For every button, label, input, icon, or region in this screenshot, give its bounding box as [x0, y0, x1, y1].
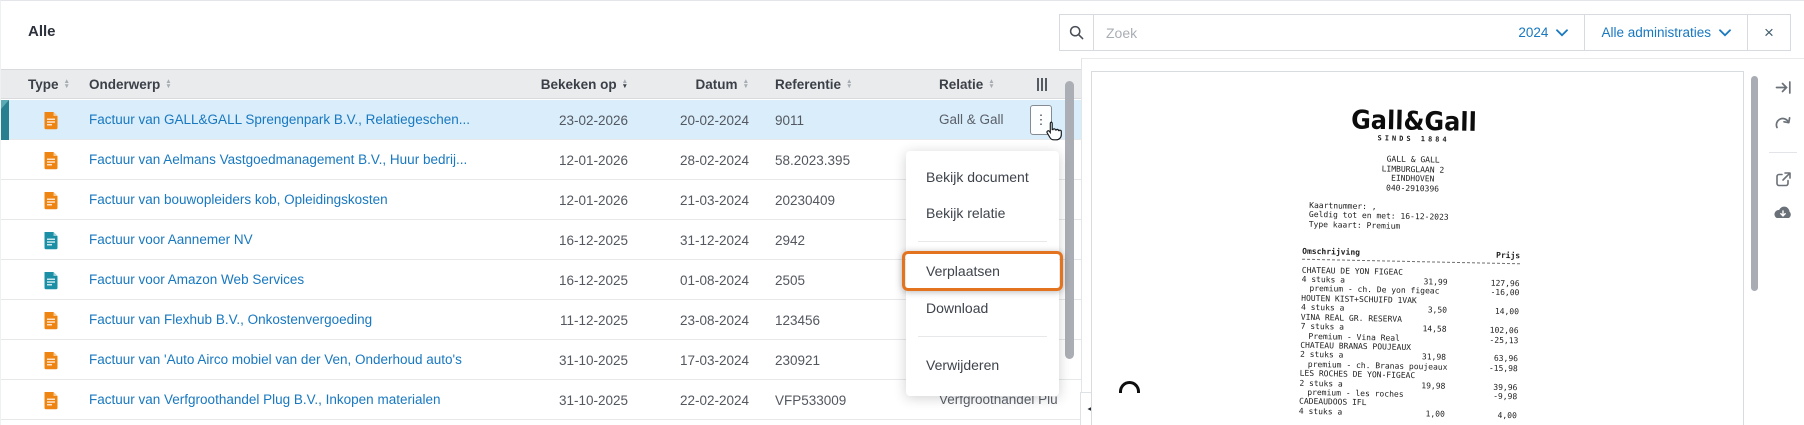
preview-scrollbar[interactable]	[1751, 76, 1758, 291]
datum-cell: 22-02-2024	[679, 392, 749, 408]
document-subject-link[interactable]: Factuur van 'Auto Airco mobiel van der V…	[89, 340, 527, 380]
column-header-onderwerp[interactable]: Onderwerp ▲ ▼	[89, 70, 172, 98]
toolbar-divider	[1769, 152, 1797, 153]
selected-row-indicator	[1, 100, 9, 140]
document-subject-link[interactable]: Factuur voor Aannemer NV	[89, 220, 527, 260]
purchase-invoice-icon	[43, 340, 59, 380]
receipt-logo: Gall&Gall	[1350, 104, 1478, 138]
datum-cell: 01-08-2024	[679, 272, 749, 288]
purchase-invoice-icon	[43, 100, 59, 140]
table-row[interactable]: Factuur van GALL&GALL Sprengenpark B.V.,…	[1, 100, 1081, 140]
open-external-icon[interactable]	[1771, 167, 1795, 191]
referentie-cell: 58.2023.395	[775, 152, 851, 168]
bekeken-op-cell: 12-01-2026	[558, 152, 628, 168]
search-bar: 2024 Alle administraties ×	[1059, 14, 1791, 51]
chevron-down-icon	[1719, 28, 1731, 36]
receipt-card-info: Kaartnummer: , Geldig tot en met: 16-12-2…	[1308, 200, 1449, 231]
purchase-invoice-icon	[43, 380, 59, 420]
search-input[interactable]	[1094, 15, 1503, 50]
column-settings-icon[interactable]	[1037, 78, 1047, 91]
preview-header-divider	[1082, 58, 1804, 59]
datum-cell: 23-08-2024	[679, 312, 749, 328]
sort-icon: ▲ ▼	[846, 78, 853, 90]
bekeken-op-cell: 16-12-2025	[558, 272, 628, 288]
referentie-cell: 9011	[775, 112, 805, 128]
referentie-cell: 123456	[775, 312, 821, 328]
referentie-cell: VFP533009	[775, 392, 847, 408]
page-title: Alle	[28, 23, 56, 40]
cloud-download-icon[interactable]	[1771, 201, 1795, 225]
documents-app: Alle Type ▲ ▼ Onderwerp ▲ ▼ Bekeken op ▲ ▼ …	[0, 0, 1804, 425]
column-header-datum[interactable]: Datum ▲ ▼	[649, 70, 749, 98]
document-subject-link[interactable]: Factuur van GALL&GALL Sprengenpark B.V.,…	[89, 100, 527, 140]
referentie-cell: 230921	[775, 352, 821, 368]
search-icon	[1060, 15, 1094, 50]
menu-item-bekijk-document[interactable]: Bekijk document	[906, 159, 1059, 195]
column-header-bekeken-op[interactable]: Bekeken op ▲ ▼	[460, 70, 628, 98]
referentie-cell: 2942	[775, 232, 806, 248]
redo-rotate-icon[interactable]	[1771, 112, 1795, 136]
column-header-type[interactable]: Type ▲ ▼	[28, 70, 70, 98]
row-actions-kebab-button[interactable]: ⋮	[1030, 105, 1052, 135]
table-header: Type ▲ ▼ Onderwerp ▲ ▼ Bekeken op ▲ ▼ Datum…	[1, 69, 1081, 99]
datum-cell: 28-02-2024	[679, 152, 749, 168]
sort-icon: ▲ ▼	[63, 78, 70, 90]
referentie-cell: 2505	[775, 272, 806, 288]
column-header-relatie[interactable]: Relatie ▲ ▼	[939, 70, 995, 98]
menu-item-bekijk-relatie[interactable]: Bekijk relatie	[906, 195, 1059, 231]
bekeken-op-cell: 11-12-2025	[559, 312, 628, 328]
panel-divider	[1081, 58, 1082, 425]
column-header-referentie[interactable]: Referentie ▲ ▼	[775, 70, 852, 98]
document-subject-link[interactable]: Factuur van Verfgroothandel Plug B.V., I…	[89, 380, 527, 420]
close-search-button[interactable]: ×	[1748, 15, 1790, 50]
bekeken-op-cell: 12-01-2026	[558, 192, 628, 208]
document-preview-page: Gall&Gall SINDS 1884 GALL & GALL LIMBURGL…	[1091, 71, 1744, 425]
datum-cell: 31-12-2024	[679, 232, 749, 248]
datum-cell: 21-03-2024	[679, 192, 749, 208]
purchase-invoice-icon	[43, 180, 59, 220]
purchase-invoice-icon	[43, 300, 59, 340]
bekeken-op-cell: 16-12-2025	[558, 232, 628, 248]
bekeken-op-cell: 23-02-2026	[558, 112, 628, 128]
sales-invoice-icon	[43, 260, 59, 300]
document-subject-link[interactable]: Factuur voor Amazon Web Services	[89, 260, 527, 300]
document-subject-link[interactable]: Factuur van Flexhub B.V., Onkostenvergoe…	[89, 300, 527, 340]
year-filter-dropdown[interactable]: 2024	[1502, 15, 1584, 50]
sort-icon: ▲ ▼	[165, 78, 172, 90]
datum-cell: 17-03-2024	[679, 352, 749, 368]
receipt-scan: Gall&Gall SINDS 1884 GALL & GALL LIMBURGL…	[1299, 105, 1523, 421]
menu-divider	[918, 336, 1047, 337]
collapse-panel-icon[interactable]	[1771, 75, 1795, 99]
sales-invoice-icon	[43, 220, 59, 260]
administration-filter-dropdown[interactable]: Alle administraties	[1585, 15, 1747, 50]
menu-item-download[interactable]: Download	[906, 290, 1059, 326]
sort-icon: ▲ ▼	[742, 78, 749, 90]
menu-item-verwijderen[interactable]: Verwijderen	[906, 347, 1059, 383]
menu-item-verplaatsen[interactable]: Verplaatsen	[902, 251, 1063, 291]
document-subject-link[interactable]: Factuur van Aelmans Vastgoedmanagement B…	[89, 140, 527, 180]
receipt-address: GALL & GALL LIMBURGLAAN 2 EINDHOVEN 040-291…	[1381, 154, 1445, 194]
document-subject-link[interactable]: Factuur van bouwopleiders kob, Opleiding…	[89, 180, 527, 220]
bekeken-op-cell: 31-10-2025	[558, 392, 628, 408]
row-context-menu: Bekijk document Bekijk relatie Verplaatsen…	[902, 151, 1063, 396]
sort-icon-active: ▲ ▼	[621, 78, 628, 90]
menu-divider	[918, 241, 1047, 242]
sort-icon: ▲ ▼	[988, 78, 995, 90]
chevron-down-icon	[1556, 28, 1569, 36]
table-scrollbar[interactable]	[1065, 81, 1074, 359]
datum-cell: 20-02-2024	[679, 112, 749, 128]
referentie-cell: 20230409	[775, 192, 836, 208]
receipt-lines: CHATEAU DE YON FIGEAC 4 stuks a 31,99 127,9…	[1298, 265, 1520, 420]
purchase-invoice-icon	[43, 140, 59, 180]
bekeken-op-cell: 31-10-2025	[558, 352, 628, 368]
